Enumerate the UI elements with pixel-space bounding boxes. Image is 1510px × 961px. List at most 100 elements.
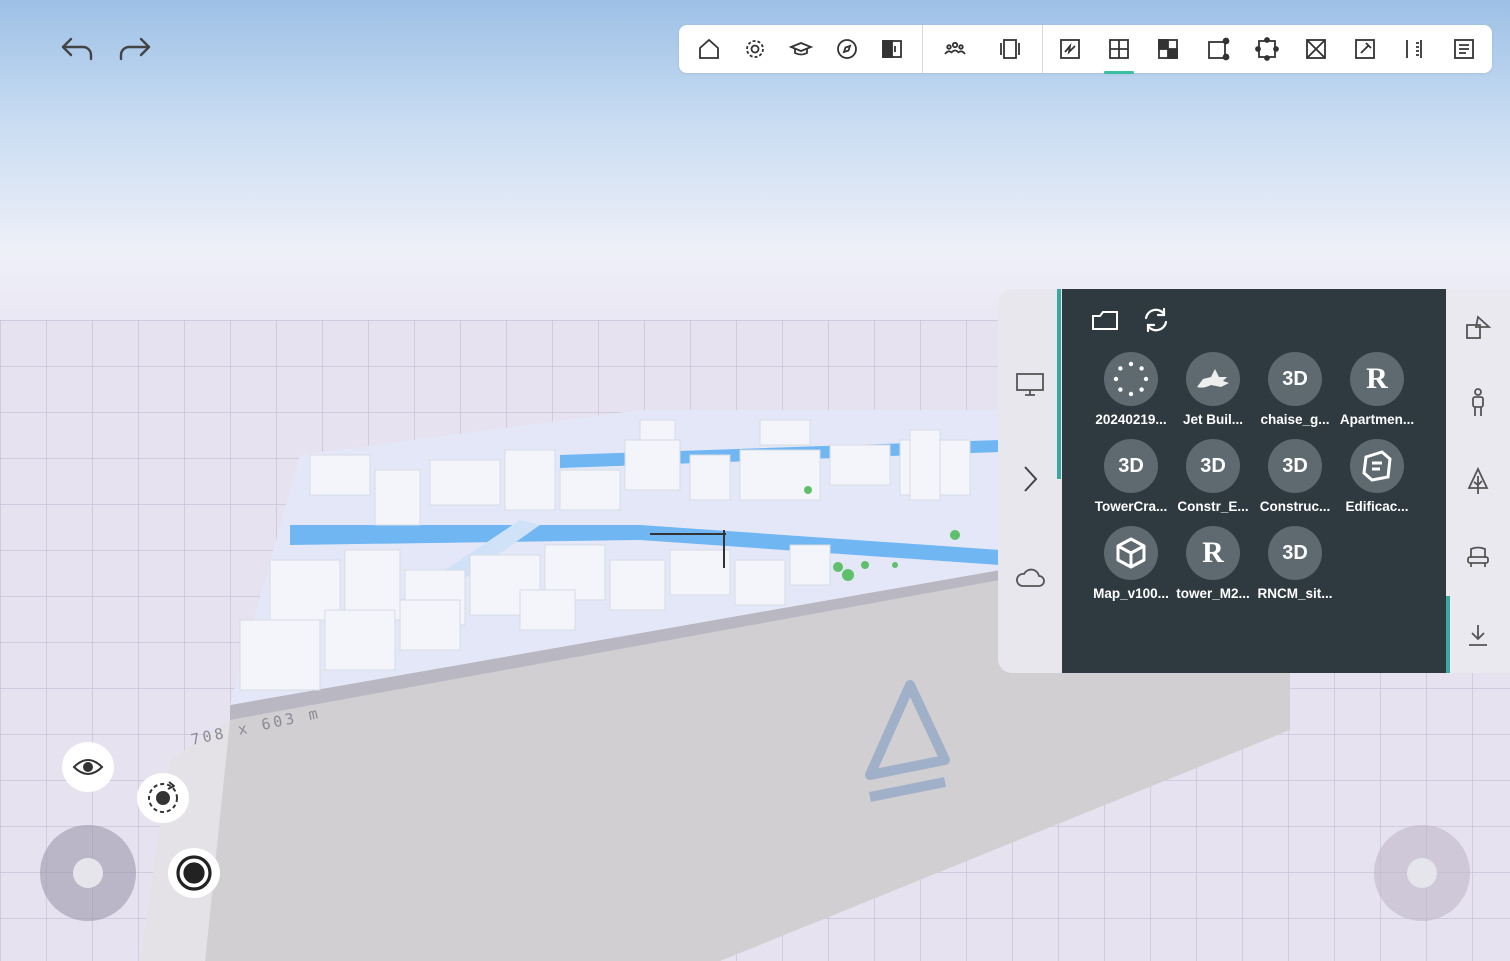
learn-button[interactable] — [778, 25, 824, 73]
sketch-icon — [1060, 39, 1080, 59]
revit-icon: R — [1186, 526, 1240, 580]
people-icon — [944, 41, 966, 55]
checker-button[interactable] — [1145, 25, 1191, 73]
rect-node-icon — [1208, 37, 1230, 61]
visibility-button[interactable] — [62, 742, 114, 792]
file-browser: 20240219... Jet Buil... 3D chaise_g... R… — [1062, 289, 1446, 673]
file-item[interactable]: Map_v100... — [1088, 526, 1174, 601]
panel-right-tabs — [1446, 289, 1510, 673]
record-icon — [176, 855, 212, 891]
file-label: Construc... — [1259, 499, 1331, 514]
panels-icon — [1000, 39, 1020, 59]
list-doc-icon — [1454, 39, 1474, 59]
orbit-button[interactable] — [137, 773, 189, 823]
file-item[interactable]: R Apartmen... — [1334, 352, 1420, 427]
undo-button[interactable] — [56, 30, 98, 70]
download-tab[interactable] — [1460, 617, 1496, 653]
main-toolbar — [679, 25, 1492, 74]
home-icon — [699, 38, 719, 59]
split-view-icon — [882, 40, 902, 58]
file-label: chaise_g... — [1260, 412, 1330, 427]
ruler-split-button[interactable] — [1391, 25, 1437, 73]
shapes-icon — [1466, 315, 1492, 339]
tree-icon — [1467, 466, 1489, 494]
people-tab[interactable] — [1460, 385, 1496, 421]
refresh-icon — [1144, 307, 1168, 333]
pin-box-icon — [1355, 39, 1375, 59]
record-button[interactable] — [168, 848, 220, 898]
file-label: tower_M2... — [1176, 586, 1250, 601]
file-thumb-3d: 3D — [1268, 439, 1322, 493]
trees-tab[interactable] — [1460, 463, 1496, 499]
cross-box-button[interactable] — [1293, 25, 1339, 73]
unity-icon — [1116, 537, 1146, 569]
file-item[interactable]: 3D Constr_E... — [1170, 439, 1256, 514]
right-joystick[interactable] — [1374, 825, 1470, 921]
file-item[interactable]: Jet Buil... — [1170, 352, 1256, 427]
local-files-tab[interactable] — [1010, 367, 1050, 403]
cross-box-icon — [1306, 39, 1326, 59]
orbit-icon — [148, 781, 178, 813]
file-item[interactable]: R tower_M2... — [1170, 526, 1256, 601]
joystick-knob[interactable] — [1407, 858, 1437, 888]
graduation-cap-icon — [789, 42, 813, 56]
grid-plus-button[interactable] — [1096, 25, 1142, 74]
file-item[interactable]: 3D chaise_g... — [1252, 352, 1338, 427]
file-label: Apartmen... — [1339, 412, 1415, 427]
settings-icon — [746, 40, 764, 58]
panel-left-tabs — [998, 289, 1062, 673]
left-joystick[interactable] — [40, 825, 136, 921]
download-icon — [1469, 625, 1487, 646]
home-button[interactable] — [686, 25, 732, 73]
grid-plus-icon — [1109, 39, 1129, 59]
panels-button[interactable] — [987, 25, 1033, 73]
file-item[interactable]: 3D RNCM_sit... — [1252, 526, 1338, 601]
settings-button[interactable] — [732, 25, 778, 73]
redo-icon — [119, 37, 151, 61]
file-label: 20240219... — [1095, 412, 1167, 427]
pin-box-button[interactable] — [1342, 25, 1388, 73]
file-label: Edificac... — [1345, 499, 1409, 514]
refresh-button[interactable] — [1139, 304, 1173, 336]
split-view-button[interactable] — [869, 25, 915, 73]
sketch-button[interactable] — [1047, 25, 1093, 73]
file-thumb-3d: 3D — [1186, 439, 1240, 493]
compass-button[interactable] — [824, 25, 870, 73]
file-thumb-3d: 3D — [1268, 526, 1322, 580]
redo-button[interactable] — [114, 30, 156, 70]
ruler-split-icon — [1406, 40, 1422, 58]
compass-icon — [837, 39, 857, 59]
cloud-files-tab[interactable] — [1010, 559, 1050, 595]
chair-icon — [1467, 546, 1489, 567]
collapse-panel-button[interactable] — [1010, 461, 1050, 497]
select-frame-button[interactable] — [1244, 25, 1290, 73]
loading-dots-icon — [1113, 361, 1149, 397]
file-label: Map_v100... — [1093, 586, 1169, 601]
report-button[interactable] — [1441, 25, 1487, 73]
file-thumb — [1186, 352, 1240, 406]
file-item[interactable]: 20240219... — [1088, 352, 1174, 427]
people-button[interactable] — [932, 25, 978, 73]
checker-icon — [1158, 39, 1178, 59]
cloud-icon — [1016, 568, 1045, 587]
asset-panel: 20240219... Jet Buil... 3D chaise_g... R… — [998, 289, 1510, 673]
file-item[interactable]: 3D TowerCra... — [1088, 439, 1174, 514]
joystick-knob[interactable] — [73, 858, 103, 888]
monitor-icon — [1016, 373, 1044, 396]
file-thumb — [1350, 439, 1404, 493]
file-thumb — [1104, 352, 1158, 406]
sketchup-icon — [1362, 450, 1392, 482]
shapes-tab[interactable] — [1460, 309, 1496, 345]
file-item[interactable]: Edificac... — [1334, 439, 1420, 514]
open-folder-button[interactable] — [1088, 305, 1122, 335]
file-label: Jet Buil... — [1182, 412, 1243, 427]
file-label: TowerCra... — [1094, 499, 1168, 514]
undo-icon — [61, 37, 93, 61]
chevron-right-icon — [1024, 466, 1038, 492]
rhino-icon — [1197, 369, 1229, 388]
person-icon — [1472, 388, 1484, 416]
furniture-tab[interactable] — [1460, 539, 1496, 575]
file-item[interactable]: 3D Construc... — [1252, 439, 1338, 514]
rect-node-button[interactable] — [1195, 25, 1241, 73]
folder-icon — [1092, 311, 1118, 330]
